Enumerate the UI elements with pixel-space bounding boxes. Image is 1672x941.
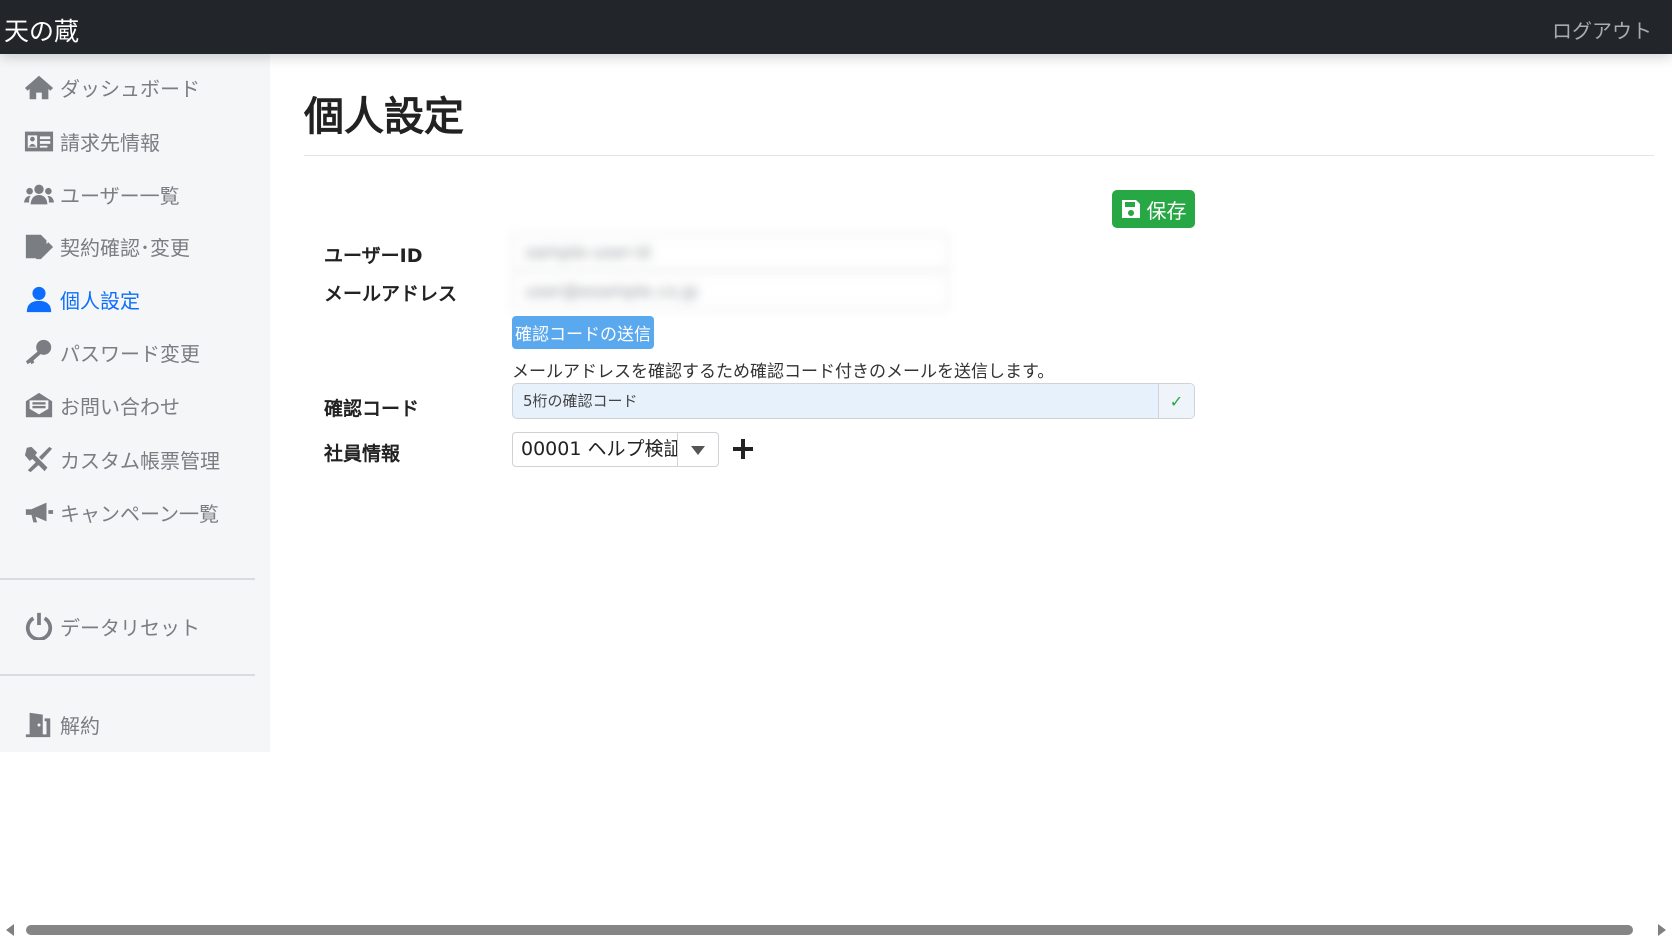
sidebar-item-users[interactable]: ユーザー一覧	[0, 172, 270, 216]
save-button-label: 保存	[1146, 198, 1187, 223]
title-divider	[304, 155, 1654, 156]
sidebar-item-custom-forms[interactable]: カスタム帳票管理	[0, 437, 270, 481]
sidebar: ダッシュボード 請求先情報 ユーザー一覧 契約確認･変更 個人設定 パスワード変…	[0, 54, 270, 752]
user-icon	[23, 284, 55, 314]
check-icon: ✓	[1158, 384, 1194, 418]
key-icon	[23, 337, 55, 367]
sidebar-item-label: 解約	[60, 713, 100, 738]
save-button[interactable]: 保存	[1112, 190, 1195, 228]
users-icon	[23, 179, 55, 209]
employee-select[interactable]: 00001 ヘルプ検証	[512, 432, 719, 467]
sidebar-item-label: キャンペーン一覧	[60, 501, 219, 526]
sidebar-item-label: 契約確認･変更	[60, 235, 190, 260]
envelope-open-icon	[23, 390, 55, 420]
sidebar-item-label: 個人設定	[60, 288, 140, 313]
dropdown-toggle[interactable]	[677, 433, 718, 466]
file-signature-icon	[23, 231, 55, 261]
sidebar-item-label: データリセット	[60, 615, 200, 640]
code-label: 確認コード	[324, 398, 420, 420]
tools-icon	[23, 444, 55, 474]
top-bar: 天の蔵 ログアウト	[0, 0, 1672, 54]
power-icon	[23, 611, 55, 641]
sidebar-divider	[0, 578, 255, 580]
user-id-input[interactable]	[512, 234, 949, 271]
sidebar-item-label: ダッシュボード	[60, 76, 200, 101]
user-id-label: ユーザーID	[324, 245, 423, 267]
scroll-left-arrow-icon[interactable]	[6, 924, 14, 936]
horizontal-scrollbar[interactable]	[0, 920, 1672, 940]
sidebar-item-contact[interactable]: お問い合わせ	[0, 383, 270, 427]
page-title: 個人設定	[304, 94, 464, 140]
sidebar-item-label: お問い合わせ	[60, 394, 180, 419]
megaphone-icon	[23, 497, 55, 527]
sidebar-item-label: ユーザー一覧	[60, 183, 180, 208]
sidebar-item-password[interactable]: パスワード変更	[0, 330, 270, 374]
sidebar-item-label: 請求先情報	[60, 130, 160, 155]
home-icon	[23, 72, 55, 102]
sidebar-item-cancel[interactable]: 解約	[0, 702, 270, 746]
sidebar-item-dashboard[interactable]: ダッシュボード	[0, 65, 270, 109]
employee-selected-value: 00001 ヘルプ検証	[521, 438, 678, 460]
plus-icon	[733, 439, 753, 459]
scroll-right-arrow-icon[interactable]	[1658, 924, 1666, 936]
add-employee-button[interactable]	[730, 433, 756, 465]
door-icon	[23, 709, 55, 739]
employee-label: 社員情報	[324, 443, 401, 465]
email-label: メールアドレス	[324, 283, 458, 305]
sidebar-item-personal-settings[interactable]: 個人設定	[0, 277, 270, 321]
sidebar-item-data-reset[interactable]: データリセット	[0, 604, 270, 648]
sidebar-item-label: パスワード変更	[60, 341, 200, 366]
code-input-group: ✓	[512, 383, 1195, 419]
id-card-icon	[23, 126, 55, 156]
email-help-text: メールアドレスを確認するため確認コード付きのメールを送信します。	[512, 362, 1055, 382]
logout-link[interactable]: ログアウト	[1552, 15, 1652, 44]
floppy-disk-icon	[1121, 200, 1140, 218]
caret-down-icon	[691, 445, 706, 455]
sidebar-item-campaigns[interactable]: キャンペーン一覧	[0, 490, 270, 534]
verification-code-input[interactable]	[513, 384, 1158, 418]
email-input[interactable]	[512, 273, 949, 310]
sidebar-item-label: カスタム帳票管理	[60, 448, 220, 473]
sidebar-divider	[0, 674, 255, 676]
scrollbar-thumb[interactable]	[26, 925, 1633, 935]
sidebar-item-billing[interactable]: 請求先情報	[0, 119, 270, 163]
brand-logo[interactable]: 天の蔵	[4, 12, 79, 48]
send-code-button[interactable]: 確認コードの送信	[512, 316, 654, 349]
sidebar-item-contract[interactable]: 契約確認･変更	[0, 224, 270, 268]
